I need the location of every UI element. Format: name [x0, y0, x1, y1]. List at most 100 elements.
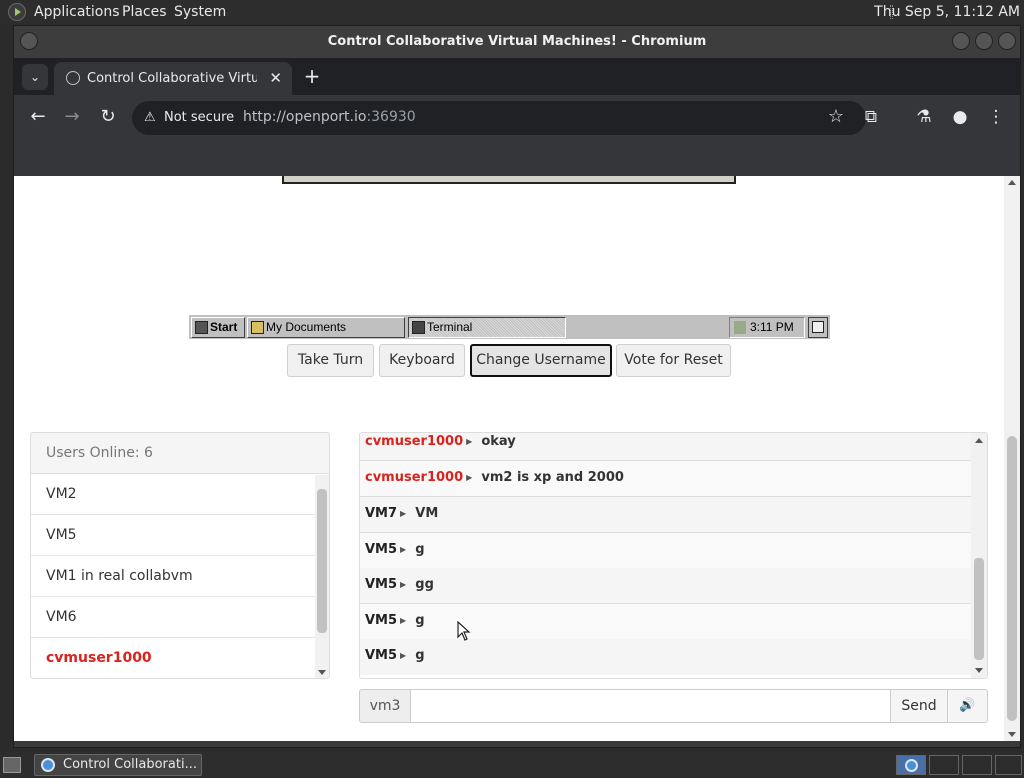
vote-reset-button[interactable]: Vote for Reset	[616, 344, 731, 377]
take-turn-button[interactable]: Take Turn	[287, 344, 374, 377]
speaker-icon[interactable]: 🔊	[947, 689, 988, 723]
reload-icon[interactable]: ↻	[94, 103, 122, 131]
chat-message: cvmuser1000 ▶ vm2 is xp and 2000	[360, 461, 971, 497]
arrow-right-icon: ▶	[400, 509, 407, 518]
vm-task-my-documents[interactable]: My Documents	[247, 317, 405, 338]
bookmark-star-icon[interactable]: ☆	[828, 106, 844, 127]
tab-title: Control Collaborative Virtual Machines!	[87, 71, 257, 86]
tab-close-icon[interactable]: ✕	[269, 69, 282, 87]
browser-window: Control Collaborative Virtual Machines! …	[13, 25, 1021, 748]
extensions-puzzle-icon[interactable]: ⧉	[858, 104, 884, 130]
window-menu-icon[interactable]	[20, 32, 38, 50]
chat-username: cvmuser1000	[365, 470, 464, 485]
scroll-up-arrow-icon[interactable]	[1008, 180, 1016, 185]
user-list-item[interactable]: VM5	[31, 515, 315, 556]
chat-message-input[interactable]	[410, 689, 891, 723]
vm-task-label: Terminal	[427, 320, 473, 334]
arrow-right-icon: ▶	[400, 651, 407, 660]
tray-scheduler-icon[interactable]	[734, 321, 746, 334]
url-port: :36930	[366, 109, 416, 125]
workspace-1[interactable]	[896, 755, 926, 775]
vm-show-desktop-button[interactable]	[808, 317, 828, 338]
page-scrollbar[interactable]	[1004, 176, 1020, 741]
user-list-item[interactable]: VM1 in real collabvm	[31, 556, 315, 597]
minimize-icon[interactable]	[952, 32, 970, 50]
vm-system-tray[interactable]: 3:11 PM	[729, 317, 805, 338]
window-titlebar[interactable]: Control Collaborative Virtual Machines! …	[14, 26, 1020, 58]
arrow-right-icon: ▶	[466, 473, 473, 482]
security-chip[interactable]: Not secure	[164, 110, 234, 125]
panel-clock[interactable]: Thu Sep 5, 11:12 AM	[874, 4, 1020, 20]
globe-icon	[66, 71, 80, 85]
labs-flask-icon[interactable]: ⚗	[911, 104, 937, 130]
distro-logo-icon[interactable]	[8, 3, 26, 21]
new-tab-button[interactable]: +	[299, 63, 325, 89]
chat-text: VM	[415, 506, 439, 521]
users-scrollbar[interactable]	[315, 475, 329, 678]
users-online-header: Users Online: 6	[31, 433, 329, 474]
profile-avatar-icon[interactable]: ●	[947, 104, 973, 130]
chat-scrollbar[interactable]	[971, 433, 987, 678]
scroll-down-arrow-icon[interactable]	[1008, 732, 1016, 737]
scroll-up-arrow-icon[interactable]	[975, 438, 983, 443]
show-desktop-icon[interactable]	[3, 757, 21, 773]
close-window-icon[interactable]	[998, 32, 1016, 50]
taskbar-window-button[interactable]: Control Collaborati...	[34, 754, 202, 776]
places-menu[interactable]: Places	[122, 4, 167, 20]
chat-username: VM5	[365, 613, 398, 628]
system-menu[interactable]: System	[174, 4, 226, 20]
folder-icon	[251, 321, 264, 334]
address-bar[interactable]: ⚠ Not secure http://openport.io:36930 ☆	[132, 101, 866, 135]
scroll-down-arrow-icon[interactable]	[975, 668, 983, 673]
vm-screen-edge[interactable]	[282, 176, 736, 184]
tab-search-chevron-icon[interactable]: ⌄	[22, 64, 48, 90]
terminal-icon	[412, 321, 425, 334]
user-list-item[interactable]: VM6	[31, 597, 315, 638]
taskbar-window-label: Control Collaborati...	[63, 757, 197, 772]
chat-message: cvmuser1000 ▶ okay	[360, 433, 971, 461]
chat-scroll-thumb[interactable]	[974, 558, 984, 660]
warning-triangle-icon[interactable]: ⚠	[144, 110, 156, 125]
page-viewport: Start My Documents Terminal 3:11 PM Take…	[14, 176, 1004, 741]
vm-start-button[interactable]: Start	[191, 317, 245, 338]
arrow-right-icon: ▶	[400, 616, 407, 625]
chat-text: vm2 is xp and 2000	[481, 470, 624, 485]
forward-arrow-icon[interactable]: →	[58, 103, 86, 131]
maximize-icon[interactable]	[975, 32, 993, 50]
back-arrow-icon[interactable]: ←	[24, 103, 52, 131]
send-button[interactable]: Send	[890, 689, 948, 723]
workspace-4[interactable]	[995, 755, 1022, 775]
chat-username: VM5	[365, 648, 398, 663]
vm-taskbar[interactable]: Start My Documents Terminal 3:11 PM	[189, 314, 830, 339]
windows-logo-icon	[195, 321, 208, 334]
vm-tray-clock: 3:11 PM	[750, 320, 794, 334]
top-panel: Applications Places System Thu Sep 5, 11…	[0, 0, 1024, 24]
workspace-2[interactable]	[929, 755, 959, 775]
user-list-item[interactable]: VM2	[31, 474, 315, 515]
change-username-button[interactable]: Change Username	[470, 344, 612, 377]
chat-message: VM5 ▶ gg	[360, 568, 971, 604]
keyboard-button[interactable]: Keyboard	[379, 344, 465, 377]
chat-message: VM5 ▶ g	[360, 533, 971, 569]
tab-active[interactable]: Control Collaborative Virtual Machines! …	[54, 62, 292, 95]
notepad-icon	[812, 321, 824, 333]
users-scroll-thumb[interactable]	[317, 489, 327, 633]
chat-message: VM7 ▶ VM	[360, 497, 971, 533]
url-text[interactable]: http://openport.io:36930	[243, 109, 416, 125]
arrow-right-icon: ▶	[400, 580, 407, 589]
workspace-3[interactable]	[962, 755, 992, 775]
browser-toolbar: ← → ↻ ⚠ Not secure http://openport.io:36…	[14, 95, 1020, 139]
chat-username: VM5	[365, 542, 398, 557]
chromium-icon	[41, 758, 55, 772]
chat-text: gg	[415, 577, 434, 592]
scroll-down-arrow-icon[interactable]	[318, 670, 326, 675]
applications-menu[interactable]: Applications	[34, 4, 120, 20]
vm-task-terminal[interactable]: Terminal	[408, 317, 566, 338]
users-online-panel: Users Online: 6 VM2 VM5 VM1 in real coll…	[30, 432, 330, 679]
chat-username-addon[interactable]: vm3	[359, 689, 411, 723]
user-list-item-self[interactable]: cvmuser1000	[31, 638, 315, 678]
mouse-pointer-icon	[457, 621, 471, 641]
chat-username: VM5	[365, 577, 398, 592]
page-scroll-thumb[interactable]	[1007, 436, 1017, 721]
kebab-menu-icon[interactable]: ⋮	[983, 104, 1009, 130]
